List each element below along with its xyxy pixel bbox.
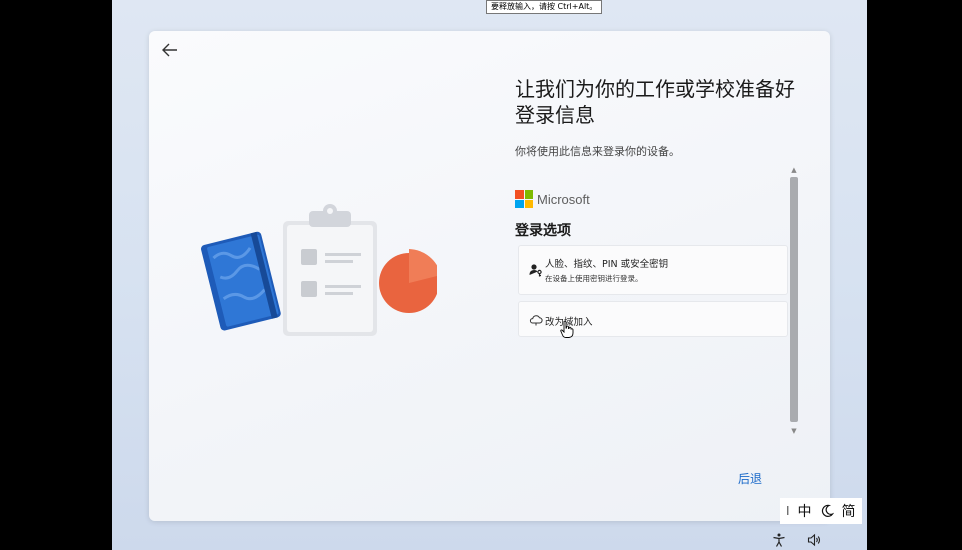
ime-separator: I	[786, 504, 790, 518]
scrollbar-thumb[interactable]	[790, 177, 798, 422]
release-input-tooltip: 要释放输入，请按 Ctrl+Alt。	[486, 0, 603, 14]
back-arrow-button[interactable]	[159, 41, 181, 59]
options-scrollbar[interactable]: ▲ ▼	[788, 165, 800, 436]
back-link[interactable]: 后退	[738, 470, 762, 487]
back-arrow-icon	[162, 43, 177, 57]
option-domain-join[interactable]: 改为域加入	[518, 301, 788, 337]
option-security-key-title: 人脸、指纹、PIN 或安全密钥	[545, 259, 669, 270]
microsoft-wordmark: Microsoft	[537, 191, 590, 207]
option-security-key[interactable]: 人脸、指纹、PIN 或安全密钥 在设备上使用密钥进行登录。	[518, 245, 788, 295]
microsoft-logo: Microsoft	[515, 190, 590, 208]
scroll-down-icon[interactable]: ▼	[788, 426, 800, 436]
scroll-up-icon[interactable]: ▲	[788, 165, 800, 175]
person-key-icon	[529, 264, 542, 277]
sign-in-options-heading: 登录选项	[515, 223, 571, 239]
ime-toolbar: I 中 简	[780, 498, 862, 524]
option-security-key-description: 在设备上使用密钥进行登录。	[545, 274, 643, 283]
moon-icon[interactable]	[816, 498, 838, 524]
oobe-card: 让我们为你的工作或学校准备好登录信息 你将使用此信息来登录你的设备。 Micro…	[149, 31, 830, 521]
sign-in-panel: Microsoft 登录选项 人脸、指纹、PIN 或安全密钥 在设备上使用密钥进…	[515, 165, 802, 438]
hand-cursor-icon	[560, 320, 574, 338]
ime-mode-chinese[interactable]: 中	[794, 498, 816, 524]
vm-screen: 要释放输入，请按 Ctrl+Alt。 让我们为你的工作或学校准备好登录信息 你将…	[112, 0, 867, 550]
work-school-illustration	[201, 204, 437, 336]
page-title: 让我们为你的工作或学校准备好登录信息	[515, 77, 795, 127]
page-subtitle: 你将使用此信息来登录你的设备。	[515, 145, 680, 158]
microsoft-grid-icon	[515, 190, 533, 208]
ime-script-simplified[interactable]: 简	[838, 498, 860, 524]
volume-icon[interactable]	[806, 532, 822, 548]
accessibility-icon[interactable]	[771, 532, 787, 548]
domain-join-icon	[529, 315, 543, 326]
